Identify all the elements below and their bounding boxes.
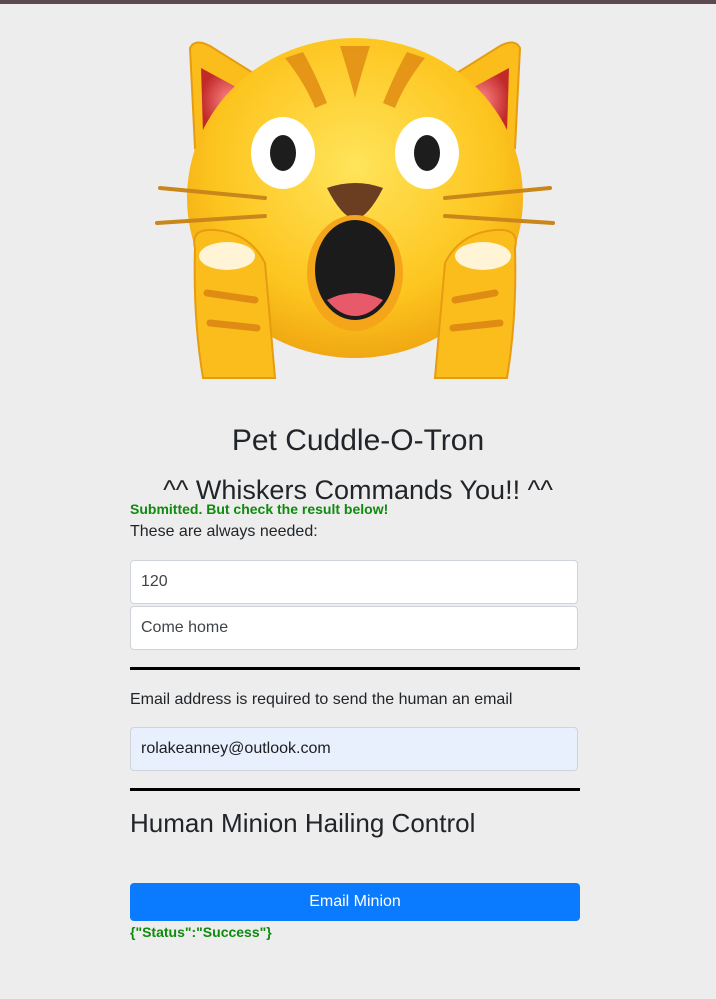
submission-status-message: Submitted. But check the result below! xyxy=(130,501,389,517)
required-field-1-input[interactable] xyxy=(130,560,578,604)
email-required-hint: Email address is required to send the hu… xyxy=(130,691,513,708)
page-title: Pet Cuddle-O-Tron xyxy=(231,424,485,458)
shocked-cat-face-icon xyxy=(155,38,555,379)
window-top-bar xyxy=(0,0,716,4)
result-status-text: {"Status":"Success"} xyxy=(130,924,272,940)
required-fields-hint: These are always needed: xyxy=(130,523,318,540)
section-heading: Human Minion Hailing Control xyxy=(130,808,476,838)
email-minion-button[interactable]: Email Minion xyxy=(130,883,580,921)
required-field-2-input[interactable] xyxy=(130,606,578,650)
section-divider xyxy=(130,667,580,670)
email-input[interactable] xyxy=(130,727,578,771)
section-divider xyxy=(130,788,580,791)
